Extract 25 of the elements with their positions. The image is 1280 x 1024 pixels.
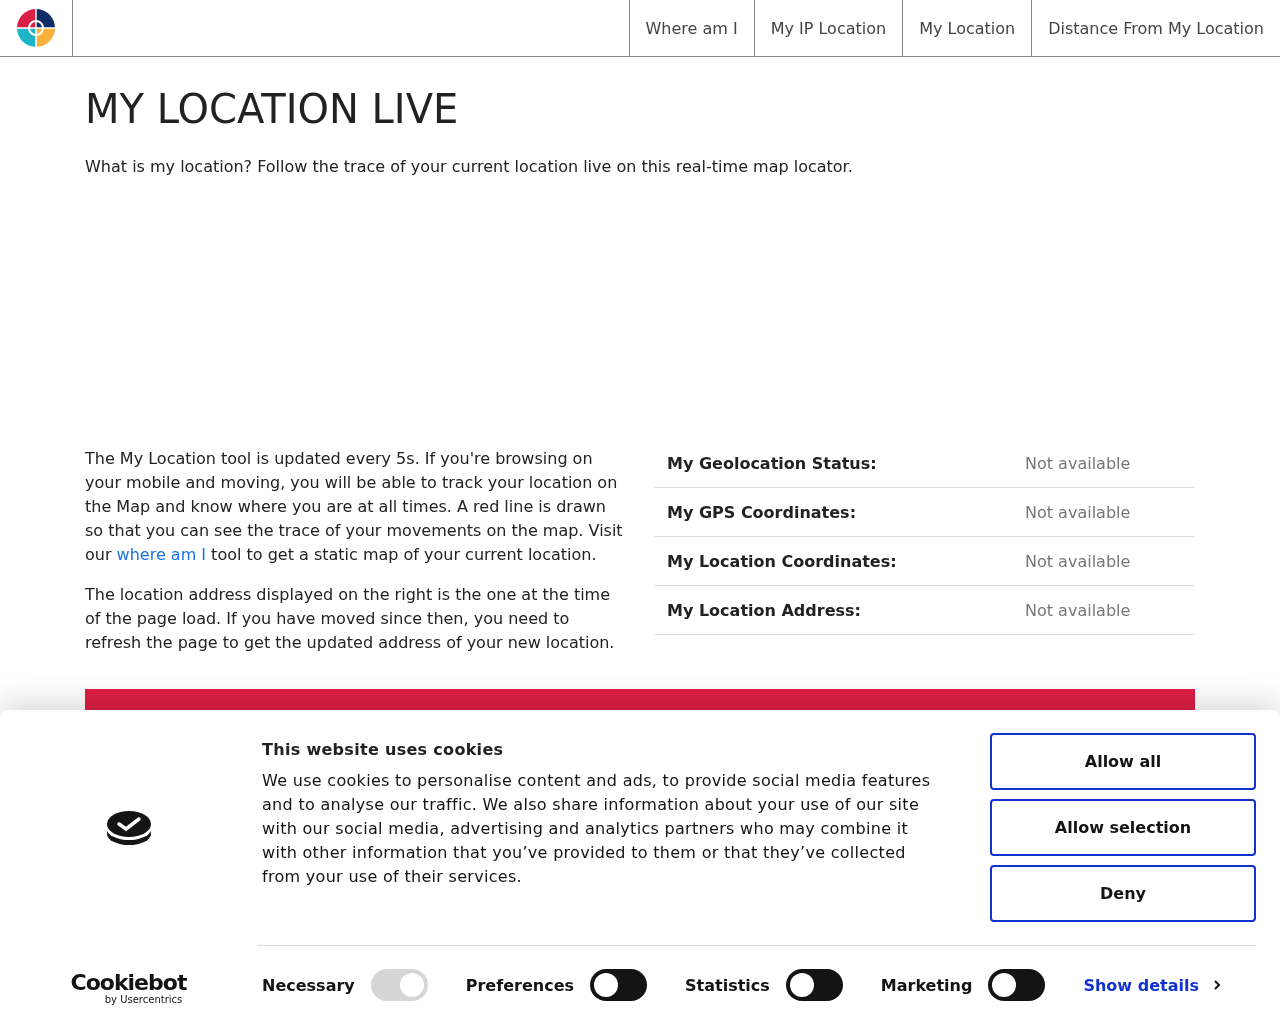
toggle-label: Preferences xyxy=(465,975,575,995)
cookie-button[interactable]: Deny xyxy=(990,865,1256,922)
logo-subtitle: by Usercentrics xyxy=(104,994,183,1005)
info-label: My Location Address: xyxy=(667,600,862,620)
cookie-button[interactable]: Allow all xyxy=(990,733,1256,790)
info-value: Not available xyxy=(1025,453,1131,473)
cookie-button[interactable]: Allow selection xyxy=(990,799,1256,856)
intro-text: What is my location? Follow the trace of your current location live on this real-time map locator. xyxy=(85,156,854,178)
toggle-label: Statistics xyxy=(685,975,770,995)
info-label: My Location Coordinates: xyxy=(667,551,898,571)
cookiebot-logo: Cookiebot xyxy=(70,972,187,994)
page-title: MY LOCATION LIVE xyxy=(85,85,460,133)
info-label: My GPS Coordinates: xyxy=(667,502,858,522)
paragraph: The My Location tool is updated every 5s. If you're browsing on your mobile and moving, you will be able to track your location on the Map and know where you are at all times. A red line is drawn so that you can see the trace of your movements on the map. Visit our where am I tool to get a static map of your current location. xyxy=(85,448,624,566)
info-value: Not available xyxy=(1025,600,1131,620)
cookie-text: We use cookies to personalise content and ads, to provide social media features and to analyse our traffic. We also share information about your use of our site with our social media, advertising and analytics partners who may combine it with other information that you’ve provided to them or that they’ve collected from your use of their services. xyxy=(262,770,932,888)
info-label: My Geolocation Status: xyxy=(667,453,878,473)
where-am-i-link[interactable]: where am I xyxy=(116,545,206,564)
paragraph: The location address displayed on the right is the one at the time of the page load. If you have moved since then, you need to refresh the page to get the updated address of your new location. xyxy=(85,584,616,654)
info-value: Not available xyxy=(1025,502,1131,522)
toggle-label: Necessary xyxy=(262,975,355,995)
show-details-link[interactable]: Show details xyxy=(1083,975,1221,995)
toggle-label: Marketing xyxy=(880,975,973,995)
cookie-title: This website uses cookies xyxy=(262,740,505,759)
info-value: Not available xyxy=(1025,551,1131,571)
